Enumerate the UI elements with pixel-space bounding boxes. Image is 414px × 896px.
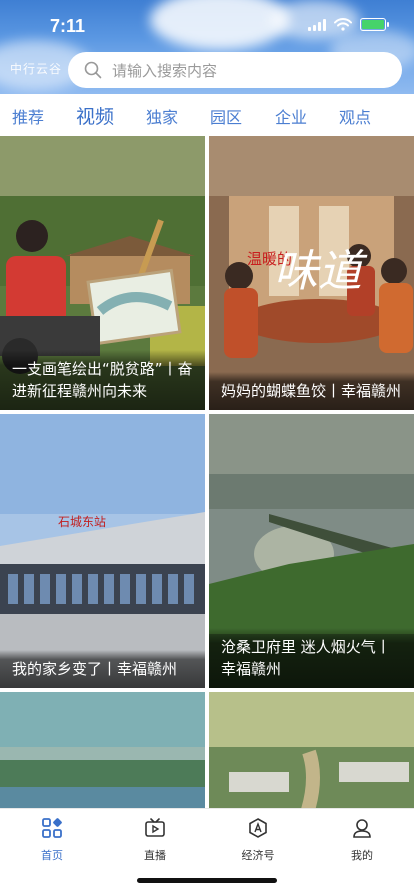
status-time: 7:11: [50, 16, 86, 36]
tab-opinion[interactable]: 观点: [339, 104, 371, 128]
nav-live[interactable]: 直播: [115, 817, 195, 863]
battery-icon: [360, 18, 389, 31]
video-card[interactable]: [209, 692, 414, 808]
tab-video[interactable]: 视频: [76, 102, 114, 129]
nav-mine-label: 我的: [351, 849, 373, 862]
video-thumbnail: [209, 692, 414, 808]
thumbnail-text: 石城东站: [58, 515, 106, 529]
person-icon: [353, 819, 371, 838]
video-grid: 一支画笔绘出“脱贫路”丨奋进新征程赣州向未来 温暖的 味道 妈妈的蝴蝶鱼饺丨幸福…: [0, 136, 414, 808]
nav-mine[interactable]: 我的: [322, 817, 402, 863]
status-bar: 7:11: [0, 0, 414, 44]
tab-recommend[interactable]: 推荐: [12, 104, 44, 128]
nav-live-label: 直播: [144, 849, 166, 862]
video-thumbnail: 温暖的 味道: [209, 136, 414, 410]
video-card[interactable]: 温暖的 味道 妈妈的蝴蝶鱼饺丨幸福赣州: [209, 136, 414, 410]
video-title: 我的家乡变了丨幸福赣州: [0, 650, 205, 688]
tv-play-icon: [145, 818, 165, 837]
video-title: 妈妈的蝴蝶鱼饺丨幸福赣州: [209, 372, 414, 410]
wifi-icon: [334, 18, 352, 31]
hexagon-a-icon: [249, 818, 267, 838]
video-card[interactable]: 一支画笔绘出“脱贫路”丨奋进新征程赣州向未来: [0, 136, 205, 410]
nav-home-label: 首页: [41, 849, 63, 862]
tab-exclusive[interactable]: 独家: [146, 104, 178, 128]
video-thumbnail: [0, 692, 205, 808]
nav-economy[interactable]: 经济号: [218, 817, 298, 863]
app-logo: 中行云谷: [10, 62, 63, 76]
nav-economy-label: 经济号: [241, 849, 275, 862]
video-card[interactable]: 石城东站 我的家乡变了丨幸福赣州: [0, 414, 205, 688]
home-indicator: [137, 878, 277, 883]
nav-home[interactable]: 首页: [12, 817, 92, 863]
grid-icon: [42, 818, 62, 838]
header: 7:11 中行云谷 请输入搜索内容: [0, 0, 414, 94]
search-icon: [84, 61, 102, 79]
video-card[interactable]: 沧桑卫府里 迷人烟火气丨幸福赣州: [209, 414, 414, 688]
thumbnail-text: 味道: [274, 246, 368, 297]
signal-icon: [308, 18, 326, 31]
video-title: 一支画笔绘出“脱贫路”丨奋进新征程赣州向未来: [0, 350, 205, 410]
video-card[interactable]: [0, 692, 205, 808]
search-input[interactable]: 请输入搜索内容: [68, 52, 402, 88]
tab-enterprise[interactable]: 企业: [275, 104, 307, 128]
search-placeholder: 请输入搜索内容: [112, 61, 218, 80]
category-tabs: 推荐 视频 独家 园区 企业 观点: [0, 94, 414, 136]
status-icons: [308, 18, 389, 31]
tab-park[interactable]: 园区: [210, 104, 242, 128]
video-thumbnail: 石城东站: [0, 414, 205, 688]
video-title: 沧桑卫府里 迷人烟火气丨幸福赣州: [209, 628, 414, 688]
